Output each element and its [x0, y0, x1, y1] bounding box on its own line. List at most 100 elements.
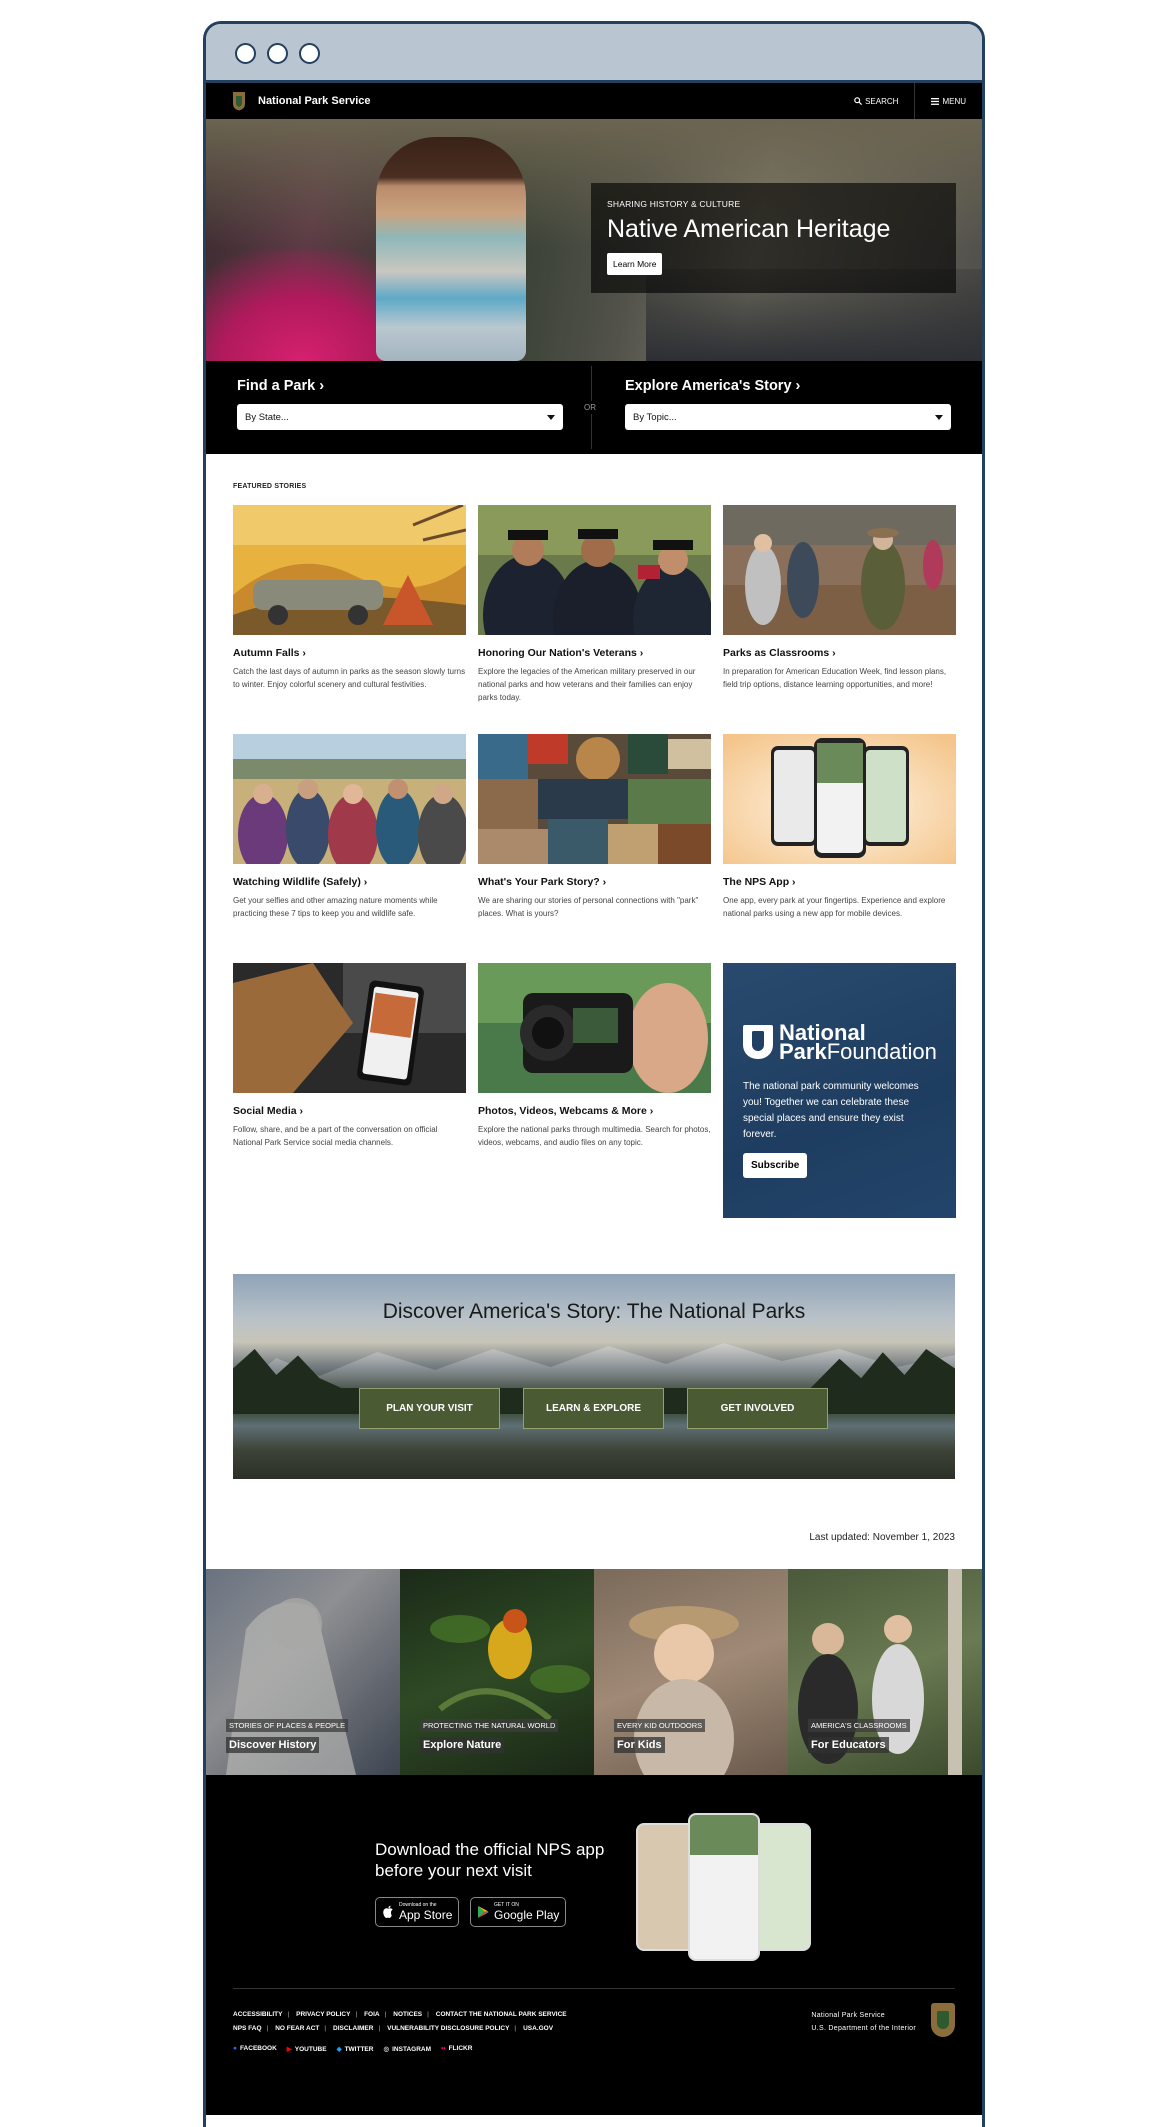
phone-mockup: [636, 1823, 696, 1951]
tile-for-educators[interactable]: AMERICA'S CLASSROOMS For Educators: [788, 1569, 982, 1775]
story-card[interactable]: What's Your Park Story? › We are sharing…: [478, 734, 711, 963]
footer-link[interactable]: DISCLAIMER: [333, 2025, 373, 2032]
window-maximize-dot[interactable]: [299, 43, 320, 64]
npf-description: The national park community welcomes you…: [743, 1081, 919, 1140]
flickr-link[interactable]: •• FLICKR: [441, 2045, 472, 2053]
footer-link[interactable]: PRIVACY POLICY: [296, 2011, 350, 2018]
topic-select[interactable]: By Topic...: [625, 404, 951, 430]
facebook-icon: ●: [233, 2045, 237, 2052]
subscribe-button[interactable]: Subscribe: [743, 1153, 808, 1178]
footer-link[interactable]: USA.GOV: [523, 2025, 553, 2032]
learn-explore-button[interactable]: LEARN & EXPLORE: [523, 1388, 664, 1429]
twitter-label: TWITTER: [344, 2046, 374, 2053]
find-a-park-heading[interactable]: Find a Park ›: [237, 378, 563, 394]
dept-line: National Park Service: [811, 2012, 885, 2019]
footer-link[interactable]: CONTACT THE NATIONAL PARK SERVICE: [436, 2011, 567, 2018]
story-card[interactable]: Parks as Classrooms › In preparation for…: [723, 505, 956, 734]
hero-panel: SHARING HISTORY & CULTURE Native America…: [591, 183, 956, 293]
window-minimize-dot[interactable]: [267, 43, 288, 64]
menu-button[interactable]: MENU: [914, 83, 982, 119]
story-card[interactable]: Photos, Videos, Webcams & More › Explore…: [478, 963, 711, 1192]
tile-discover-history[interactable]: STORIES OF PLACES & PEOPLE Discover Hist…: [206, 1569, 400, 1775]
npf-logo[interactable]: National ParkFoundation: [743, 1022, 938, 1064]
app-promo-line: before your next visit: [375, 1861, 532, 1881]
story-card[interactable]: The NPS App › One app, every park at you…: [723, 734, 956, 963]
card-title: The NPS App: [723, 876, 790, 888]
card-title: What's Your Park Story?: [478, 876, 600, 888]
footer-link[interactable]: FOIA: [364, 2011, 380, 2018]
site-footer: Download the official NPS app before you…: [206, 1775, 982, 2115]
story-card[interactable]: Social Media › Follow, share, and be a p…: [233, 963, 466, 1192]
social-media-image[interactable]: [233, 963, 466, 1093]
youtube-link[interactable]: ▶ YOUTUBE: [287, 2045, 327, 2053]
national-park-foundation-promo: National ParkFoundation The national par…: [723, 963, 956, 1218]
footer-link[interactable]: VULNERABILITY DISCLOSURE POLICY: [387, 2025, 509, 2032]
phone-mockup: [751, 1823, 811, 1951]
hero-banner: SHARING HISTORY & CULTURE Native America…: [206, 119, 982, 361]
tile-title: For Kids: [614, 1737, 665, 1753]
classrooms-image[interactable]: [723, 505, 956, 635]
card-description: We are sharing our stories of personal c…: [478, 896, 699, 918]
npf-shield-icon: [743, 1025, 773, 1059]
apple-icon: [383, 1905, 393, 1918]
veterans-image[interactable]: [478, 505, 711, 635]
footer-links: ACCESSIBILITY | PRIVACY POLICY | FOIA | NOT…: [233, 2011, 567, 2032]
instagram-label: INSTAGRAM: [392, 2046, 432, 2053]
tile-title: Explore Nature: [420, 1737, 505, 1753]
youtube-icon: ▶: [286, 2046, 292, 2053]
tile-title: For Educators: [808, 1737, 889, 1753]
footer-link[interactable]: NPS FAQ: [233, 2025, 262, 2032]
park-story-image[interactable]: [478, 734, 711, 864]
last-updated: Last updated: November 1, 2023: [809, 1532, 955, 1543]
tile-explore-nature[interactable]: PROTECTING THE NATURAL WORLD Explore Nat…: [400, 1569, 594, 1775]
plan-your-visit-button[interactable]: PLAN YOUR VISIT: [359, 1388, 500, 1429]
footer-link[interactable]: ACCESSIBILITY: [233, 2011, 282, 2018]
nps-app-image[interactable]: [723, 734, 956, 864]
tile-kicker: EVERY KID OUTDOORS: [614, 1719, 706, 1732]
autumn-falls-image[interactable]: [233, 505, 466, 635]
site-brand[interactable]: National Park Service: [258, 95, 371, 107]
instagram-link[interactable]: ◎ INSTAGRAM: [383, 2045, 431, 2053]
tile-title: Discover History: [226, 1737, 320, 1753]
chevron-down-icon: [935, 414, 943, 420]
audience-tiles: STORIES OF PLACES & PEOPLE Discover Hist…: [206, 1569, 982, 1775]
story-card[interactable]: Watching Wildlife (Safely) › Get your se…: [233, 734, 466, 963]
get-involved-button[interactable]: GET INVOLVED: [687, 1388, 828, 1429]
window-chrome: [206, 24, 982, 83]
card-title: Honoring Our Nation's Veterans: [478, 647, 637, 659]
story-card[interactable]: Honoring Our Nation's Veterans › Explore…: [478, 505, 711, 734]
wildlife-image[interactable]: [233, 734, 466, 864]
card-description: In preparation for American Education We…: [723, 667, 947, 689]
topic-select-value: By Topic...: [633, 411, 677, 423]
card-description: Follow, share, and be a part of the conv…: [233, 1125, 438, 1147]
nps-arrowhead-icon[interactable]: [232, 91, 246, 111]
google-play-badge[interactable]: GET IT ON Google Play: [470, 1897, 567, 1927]
chevron-down-icon: [547, 414, 555, 420]
search-icon: [854, 97, 863, 105]
instagram-icon: ◎: [383, 2046, 390, 2053]
card-description: One app, every park at your fingertips. …: [723, 896, 946, 918]
dept-line: U.S. Department of the Interior: [811, 2025, 916, 2032]
card-title: Watching Wildlife (Safely): [233, 876, 361, 888]
footer-link[interactable]: NOTICES: [393, 2011, 422, 2018]
tile-for-kids[interactable]: EVERY KID OUTDOORS For Kids: [594, 1569, 788, 1775]
facebook-label: FACEBOOK: [239, 2045, 277, 2052]
learn-more-button[interactable]: Learn More: [607, 253, 663, 275]
tile-kicker: AMERICA'S CLASSROOMS: [808, 1719, 910, 1732]
hamburger-icon: [931, 97, 940, 105]
department-credit: National Park Service U.S. Department of…: [811, 2009, 916, 2035]
explore-story-heading[interactable]: Explore America's Story ›: [625, 378, 951, 394]
nps-arrowhead-icon[interactable]: [931, 2003, 955, 2037]
state-select[interactable]: By State...: [237, 404, 563, 430]
app-promo-line: Download the official NPS app: [375, 1840, 605, 1859]
search-button[interactable]: SEARCH: [838, 83, 914, 119]
facebook-link[interactable]: ● FACEBOOK: [233, 2045, 277, 2053]
npf-logo-word: Foundation: [826, 1039, 937, 1064]
footer-link[interactable]: NO FEAR ACT: [275, 2025, 319, 2032]
multimedia-image[interactable]: [478, 963, 711, 1093]
window-close-dot[interactable]: [235, 43, 256, 64]
twitter-link[interactable]: ◆ TWITTER: [337, 2045, 374, 2053]
story-card[interactable]: Autumn Falls › Catch the last days of au…: [233, 505, 466, 734]
app-store-badge[interactable]: Download on the App Store: [375, 1897, 460, 1927]
social-links: ● FACEBOOK ▶ YOUTUBE ◆ TWITTER ◎ INSTAGRAM •…: [233, 2045, 472, 2053]
